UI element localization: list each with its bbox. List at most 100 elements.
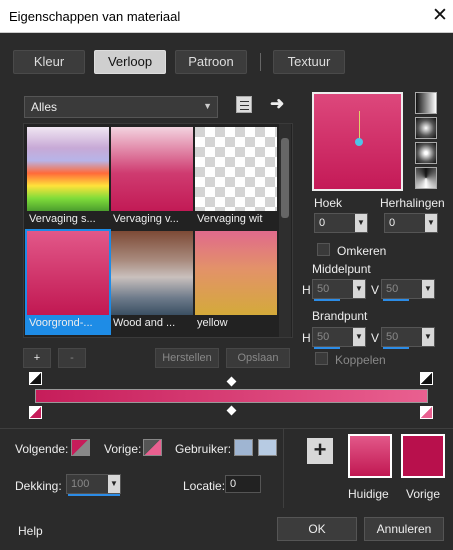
- center-h-bar: [314, 299, 340, 301]
- gallery-item-selected[interactable]: Voorgrond-...: [25, 229, 111, 335]
- add-stop-button[interactable]: +: [23, 348, 51, 368]
- invert-label: Omkeren: [337, 244, 387, 258]
- close-icon[interactable]: ✕: [428, 4, 452, 28]
- gradient-swatch: [27, 231, 109, 315]
- current-swatch[interactable]: [348, 434, 392, 478]
- repeats-label: Herhalingen: [380, 196, 445, 210]
- gradient-preview[interactable]: [312, 92, 403, 191]
- radial-style-icon[interactable]: [415, 142, 437, 164]
- opacity-value: 100: [71, 478, 90, 490]
- title-bar: Eigenschappen van materiaal ✕: [0, 0, 453, 33]
- next-color-swatch[interactable]: [71, 439, 90, 456]
- gradient-swatch: [27, 127, 109, 211]
- focus-h-label: H: [302, 331, 311, 345]
- gallery-item-label: Vervaging v...: [113, 213, 179, 225]
- repeats-spinner[interactable]: 0 ▼: [384, 213, 438, 233]
- focus-h-bar: [314, 347, 340, 349]
- gradient-gallery: Vervaging s... Vervaging v... Vervaging …: [23, 123, 293, 338]
- divider: [0, 428, 453, 429]
- previous-label: Vorige: [406, 487, 441, 501]
- prev-label: Vorige:: [104, 442, 142, 456]
- opacity-stop-right[interactable]: [420, 372, 433, 385]
- gallery-item-label: Vervaging wit: [197, 213, 263, 225]
- gallery-item-label: Vervaging s...: [29, 213, 96, 225]
- list-view-icon[interactable]: [236, 96, 252, 113]
- angle-line: [359, 111, 360, 141]
- gallery-item[interactable]: yellow: [195, 231, 277, 333]
- tab-kleur[interactable]: Kleur: [13, 50, 85, 74]
- center-v-value: 50: [386, 283, 399, 295]
- center-v-spinner[interactable]: 50 ▼: [381, 279, 435, 301]
- gradient-swatch: [195, 231, 277, 315]
- location-label: Locatie:: [183, 479, 226, 493]
- opacity-spinner[interactable]: 100 ▼: [66, 474, 121, 496]
- center-label: Middelpunt: [312, 262, 371, 276]
- focus-v-spinner[interactable]: 50 ▼: [381, 327, 435, 349]
- gallery-item[interactable]: Wood and ...: [111, 231, 193, 333]
- chevron-down-icon[interactable]: ▼: [353, 328, 365, 346]
- chevron-down-icon[interactable]: ▼: [353, 280, 365, 298]
- next-label: Volgende:: [15, 442, 69, 456]
- cancel-button[interactable]: Annuleren: [364, 517, 444, 541]
- gradient-swatch: [111, 127, 193, 211]
- location-input[interactable]: 0: [225, 475, 261, 493]
- focus-v-value: 50: [386, 331, 399, 343]
- angle-label: Hoek: [314, 196, 343, 210]
- save-button[interactable]: Opslaan: [226, 348, 290, 368]
- gallery-item[interactable]: Vervaging s...: [27, 127, 109, 229]
- opacity-stop-left[interactable]: [29, 372, 42, 385]
- gallery-scrollbar[interactable]: [279, 124, 291, 337]
- color-stop-left[interactable]: [29, 406, 42, 419]
- sunburst-style-icon[interactable]: [415, 167, 437, 189]
- link-checkbox[interactable]: [315, 352, 328, 365]
- chevron-down-icon[interactable]: ▼: [108, 475, 120, 493]
- center-h-value: 50: [317, 283, 330, 295]
- chevron-down-icon[interactable]: ▼: [425, 214, 437, 232]
- help-link[interactable]: Help: [18, 524, 43, 538]
- user-label: Gebruiker:: [175, 442, 232, 456]
- dialog-title: Eigenschappen van materiaal: [9, 9, 181, 24]
- opacity-bar: [68, 494, 120, 496]
- focus-h-value: 50: [317, 331, 330, 343]
- focus-v-bar: [383, 347, 409, 349]
- linear-style-icon[interactable]: [415, 92, 437, 114]
- add-swatch-button[interactable]: +: [307, 438, 333, 464]
- scrollbar-thumb[interactable]: [281, 138, 289, 218]
- chevron-down-icon: ▼: [203, 101, 212, 111]
- focus-h-spinner[interactable]: 50 ▼: [312, 327, 366, 349]
- gallery-item-label: yellow: [197, 317, 228, 329]
- tab-textuur[interactable]: Textuur: [273, 50, 345, 74]
- chevron-down-icon[interactable]: ▼: [422, 328, 434, 346]
- center-v-bar: [383, 299, 409, 301]
- tab-patroon[interactable]: Patroon: [175, 50, 247, 74]
- user-color-swatch-2[interactable]: [258, 439, 277, 456]
- gradient-swatch: [111, 231, 193, 315]
- gallery-item-label: Wood and ...: [113, 317, 176, 329]
- center-handle[interactable]: [355, 138, 363, 146]
- color-midpoint[interactable]: [226, 405, 237, 416]
- chevron-down-icon[interactable]: ▼: [422, 280, 434, 298]
- user-color-swatch-1[interactable]: [234, 439, 253, 456]
- color-stop-right[interactable]: [420, 406, 433, 419]
- remove-stop-button[interactable]: -: [58, 348, 86, 368]
- chevron-down-icon[interactable]: ▼: [355, 214, 367, 232]
- reset-button[interactable]: Herstellen: [155, 348, 219, 368]
- previous-swatch[interactable]: [401, 434, 445, 478]
- opacity-label: Dekking:: [15, 479, 62, 493]
- center-h-spinner[interactable]: 50 ▼: [312, 279, 366, 301]
- prev-color-swatch[interactable]: [143, 439, 162, 456]
- rectangular-style-icon[interactable]: [415, 117, 437, 139]
- gallery-item[interactable]: Vervaging wit: [195, 127, 277, 229]
- opacity-midpoint[interactable]: [226, 376, 237, 387]
- angle-spinner[interactable]: 0 ▼: [314, 213, 368, 233]
- center-h-label: H: [302, 283, 311, 297]
- category-select[interactable]: Alles ▼: [24, 96, 218, 118]
- gradient-bar[interactable]: [35, 389, 428, 403]
- gallery-item-label: Voorgrond-...: [29, 317, 93, 329]
- angle-value: 0: [319, 217, 326, 229]
- ok-button[interactable]: OK: [277, 517, 357, 541]
- invert-checkbox[interactable]: [317, 243, 330, 256]
- tab-verloop[interactable]: Verloop: [94, 50, 166, 74]
- arrow-right-icon[interactable]: ➜: [270, 94, 284, 114]
- gallery-item[interactable]: Vervaging v...: [111, 127, 193, 229]
